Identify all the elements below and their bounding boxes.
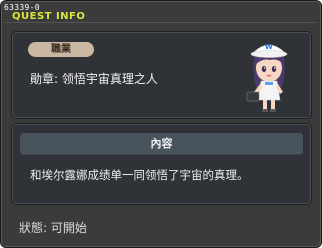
quest-info-window: 63339-0 QUEST INFO 職業 勛章: 领悟宇宙真理之人 W 內容 … (0, 0, 322, 248)
quest-description: 和埃尔露娜成绩单一同领悟了宇宙的真理。 (30, 168, 249, 182)
quest-status: 狀態: 可開始 (19, 221, 87, 235)
window-title: QUEST INFO (12, 11, 86, 22)
medal-text: 勛章: 领悟宇宙真理之人 (30, 72, 158, 86)
title-bar[interactable]: 63339-0 QUEST INFO (3, 3, 319, 23)
content-panel: 內容 和埃尔露娜成绩单一同领悟了宇宙的真理。 (11, 123, 312, 205)
title-divider (5, 22, 317, 23)
info-panel: 職業 勛章: 领悟宇宙真理之人 W (11, 31, 312, 119)
npc-character-icon: W (246, 43, 288, 112)
svg-text:W: W (265, 43, 273, 51)
job-label-pill: 職業 (28, 42, 94, 57)
content-header: 內容 (20, 133, 303, 155)
